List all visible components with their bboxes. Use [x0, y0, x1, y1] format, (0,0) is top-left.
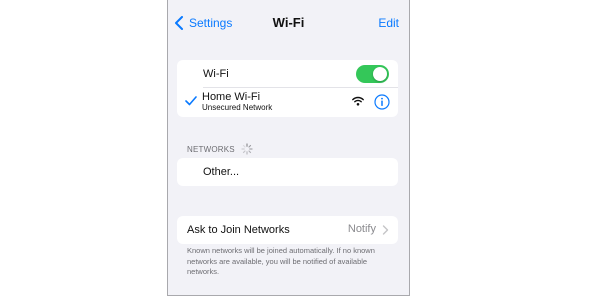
ask-to-join-group: Ask to Join Networks Notify: [177, 216, 398, 244]
wifi-toggle-label: Wi-Fi: [203, 68, 229, 80]
checkmark-icon: [185, 96, 197, 106]
navigation-bar: Settings Wi-Fi Edit: [168, 14, 409, 36]
info-icon[interactable]: [374, 94, 390, 110]
wifi-group: Wi-Fi Home Wi-Fi Unsecured Network: [177, 60, 398, 117]
networks-group: Other...: [177, 158, 398, 186]
connected-network-row[interactable]: Home Wi-Fi Unsecured Network: [177, 87, 398, 117]
page-title: Wi-Fi: [272, 15, 305, 30]
networks-header-label: NETWORKS: [187, 144, 235, 154]
networks-section-header: NETWORKS: [187, 143, 253, 155]
network-security: Unsecured Network: [202, 103, 273, 112]
other-network-row[interactable]: Other...: [177, 158, 398, 186]
toggle-knob: [373, 67, 387, 81]
wifi-icon: [352, 96, 364, 106]
network-name: Home Wi-Fi: [202, 91, 261, 103]
ask-to-join-value: Notify: [347, 223, 376, 235]
other-network-label: Other...: [203, 166, 240, 178]
edit-button[interactable]: Edit: [378, 16, 399, 30]
ask-to-join-label: Ask to Join Networks: [187, 224, 290, 236]
spinner-icon: [241, 143, 253, 155]
ask-to-join-row[interactable]: Ask to Join Networks Notify: [177, 216, 398, 244]
ask-to-join-footer: Known networks will be joined automatica…: [187, 246, 375, 276]
wifi-settings-screen: Settings Wi-Fi Edit Wi-Fi Home Wi-Fi Uns…: [167, 0, 410, 296]
wifi-toggle-row: Wi-Fi: [177, 60, 398, 87]
chevron-right-icon: [382, 225, 389, 235]
wifi-toggle[interactable]: [356, 65, 389, 83]
